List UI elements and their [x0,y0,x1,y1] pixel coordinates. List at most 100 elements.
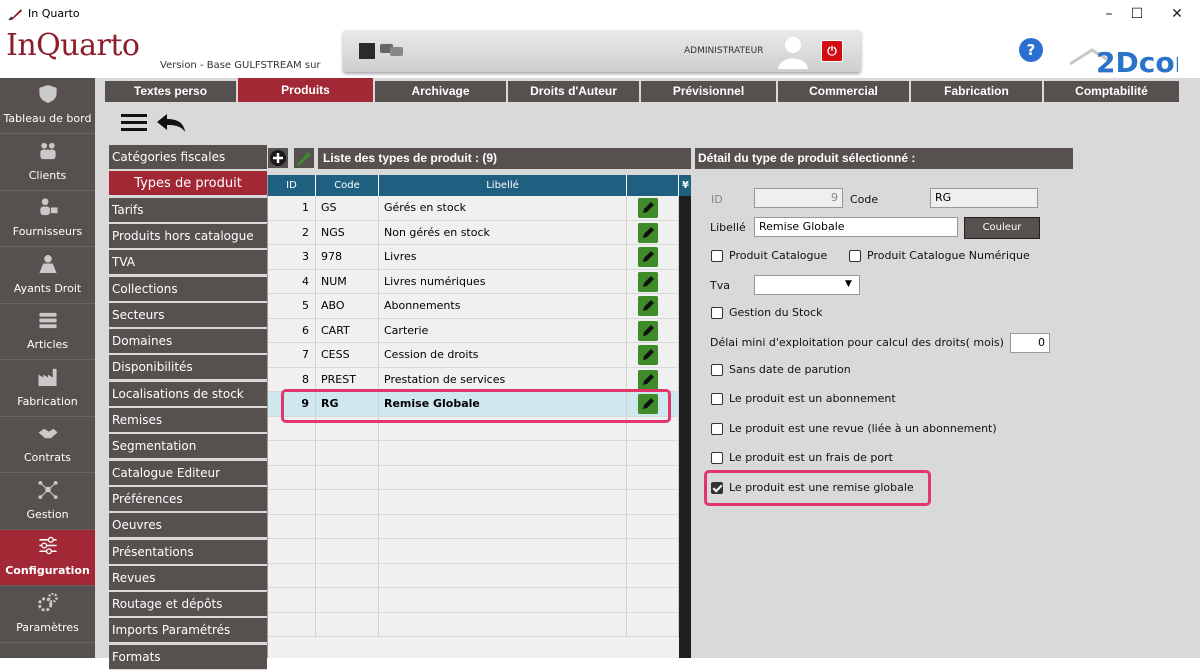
submenu-item-oeuvres[interactable]: Oeuvres [109,513,267,539]
cell-empty [627,490,679,514]
nav-item-configuration[interactable]: Configuration [0,530,95,586]
help-icon[interactable]: ? [1019,38,1043,62]
magic-wand-icon[interactable] [294,148,314,168]
submenu-item-imports-param-tr-s[interactable]: Imports Paramétrés [109,618,267,644]
chevron-down-icon[interactable]: ▼ [845,279,852,289]
pencil-edit-icon[interactable] [638,296,658,316]
nav-item-fournisseurs[interactable]: Fournisseurs [0,191,95,247]
person-icon [39,254,57,273]
table-row [268,612,679,637]
table-row[interactable]: 7 CESS Cession de droits [268,343,679,368]
submenu-item-tva[interactable]: TVA [109,250,267,276]
nav-item-ayants-droit[interactable]: Ayants Droit [0,248,95,304]
libelle-field[interactable]: Remise Globale [754,217,958,237]
table-row[interactable]: 4 NUM Livres numériques [268,269,679,294]
table-row[interactable]: 6 CART Carterie [268,318,679,343]
nav-item-clients[interactable]: Clients [0,135,95,191]
revue-checkbox[interactable] [711,423,723,435]
nav-item-param-tres[interactable]: Paramètres [0,587,95,643]
pencil-edit-icon[interactable] [638,345,658,365]
submenu-item-routage-et-d-p-ts[interactable]: Routage et dépôts [109,592,267,618]
gestion-stock-checkbox[interactable] [711,307,723,319]
nav-item-label: Configuration [5,564,90,577]
submenu-item-pr-sentations[interactable]: Présentations [109,539,267,565]
cell-empty [268,588,316,612]
submenu-item-domaines[interactable]: Domaines [109,329,267,355]
code-field[interactable]: RG [930,188,1038,208]
abonnement-checkbox[interactable] [711,393,723,405]
vertical-scrollbar[interactable] [679,196,691,658]
nav-item-fabrication[interactable]: Fabrication [0,361,95,417]
submenu-item-localisations-de-stock[interactable]: Localisations de stock [109,381,267,407]
table-row[interactable]: 3 978 Livres [268,245,679,270]
back-arrow-icon[interactable] [155,112,187,134]
produit-catalogue-numerique-label: Produit Catalogue Numérique [867,249,1030,262]
submenu-item-tarifs[interactable]: Tarifs [109,197,267,223]
chat-icon[interactable] [379,42,405,58]
left-navigation: Tableau de bord Clients Fournisseurs Ayants… [0,78,95,658]
frais-port-label: Le produit est un frais de port [729,451,893,464]
sans-date-checkbox[interactable] [711,364,723,376]
tab-archivage[interactable]: Archivage [375,81,508,102]
nav-item-articles[interactable]: Articles [0,304,95,360]
nav-item-contrats[interactable]: Contrats [0,417,95,473]
submenu-item-formats[interactable]: Formats [109,644,267,670]
app-header: InQuarto Version - Base GULFSTREAM sur A… [0,28,1200,78]
frais-port-checkbox[interactable] [711,452,723,464]
cell-empty [316,465,379,490]
couleur-button[interactable]: Couleur [964,217,1040,239]
tab-droits-d-auteur[interactable]: Droits d'Auteur [508,81,641,102]
table-row [268,490,679,515]
list-title: Liste des types de produit : (9) [318,148,691,169]
table-row[interactable]: 2 NGS Non gérés en stock [268,220,679,245]
pencil-edit-icon[interactable] [638,247,658,267]
id-field[interactable]: 9 [754,188,843,208]
pencil-edit-icon[interactable] [638,198,658,218]
cell-id: 8 [268,367,316,392]
pencil-edit-icon[interactable] [638,320,658,341]
column-header-id[interactable]: ID [268,175,316,196]
tab-textes-perso[interactable]: Textes perso [105,81,238,102]
pencil-edit-icon[interactable] [638,222,658,243]
libelle-label: Libellé [710,221,746,234]
power-button[interactable]: ⏻ [821,40,843,62]
submenu-item-types-de-produit[interactable]: Types de produit [109,171,267,197]
table-row [268,588,679,613]
cell-empty [268,514,316,539]
pencil-edit-icon[interactable] [638,369,658,390]
scroll-down-icon[interactable]: ¥ [679,175,691,196]
column-header-code[interactable]: Code [316,175,379,196]
black-square-icon[interactable] [359,43,375,59]
produit-catalogue-numerique-checkbox[interactable] [849,250,861,262]
tab-comptabilit-[interactable]: Comptabilité [1044,81,1181,102]
cell-empty [379,490,627,514]
submenu-item-collections[interactable]: Collections [109,276,267,302]
close-button[interactable]: ✕ [1154,0,1200,28]
column-header-libelle[interactable]: Libellé [379,175,627,196]
submenu-item-catalogue-editeur[interactable]: Catalogue Editeur [109,460,267,486]
submenu-item-segmentation[interactable]: Segmentation [109,434,267,460]
pencil-edit-icon[interactable] [638,271,658,292]
tab-fabrication[interactable]: Fabrication [911,81,1044,102]
tab-pr-visionnel[interactable]: Prévisionnel [641,81,778,102]
submenu-item-revues[interactable]: Revues [109,565,267,591]
nav-item-gestion[interactable]: Gestion [0,474,95,530]
add-circle-icon[interactable] [268,148,288,168]
table-row[interactable]: 1 GS Gérés en stock [268,196,679,221]
submenu-item-disponibilit-s[interactable]: Disponibilités [109,355,267,381]
submenu-item-cat-gories-fiscales[interactable]: Catégories fiscales [109,145,267,170]
hamburger-menu-icon[interactable] [121,112,147,132]
submenu-item-secteurs[interactable]: Secteurs [109,302,267,328]
produit-catalogue-checkbox[interactable] [711,250,723,262]
cell-empty [316,539,379,563]
submenu-item-remises[interactable]: Remises [109,408,267,433]
nav-item-tableau-de-bord[interactable]: Tableau de bord [0,78,95,134]
table-row[interactable]: 5 ABO Abonnements [268,294,679,319]
2dcom-logo: 2Dcom [1069,46,1178,76]
delai-field[interactable]: 0 [1010,333,1050,353]
tab-produits[interactable]: Produits [238,78,375,102]
tab-commercial[interactable]: Commercial [778,81,911,102]
submenu-item-pr-f-rences[interactable]: Préférences [109,486,267,512]
submenu-item-produits-hors-catalogue[interactable]: Produits hors catalogue [109,223,267,249]
delai-label: Délai mini d'exploitation pour calcul de… [710,336,1004,349]
